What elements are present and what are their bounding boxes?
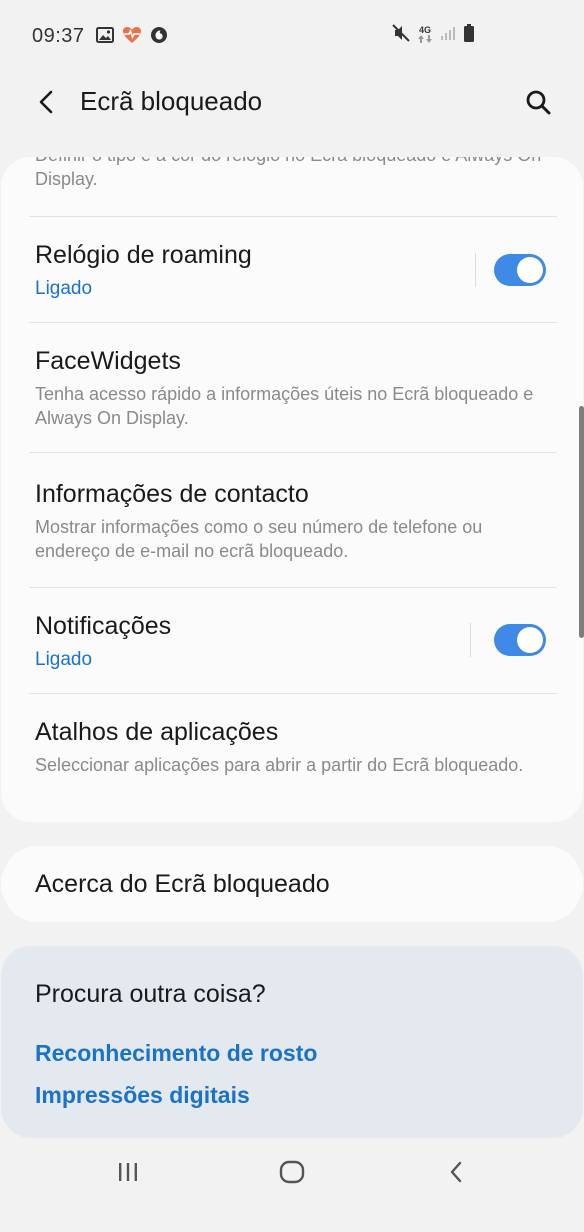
facewidgets-description: Tenha acesso rápido a informações úteis … [35, 384, 534, 428]
search-button[interactable] [520, 86, 556, 122]
nav-back-button[interactable] [426, 1154, 486, 1194]
fingerprints-link[interactable]: Impressões digitais [35, 1082, 250, 1109]
battery-icon [464, 24, 474, 47]
back-icon [448, 1160, 464, 1189]
about-lock-screen-item[interactable]: Acerca do Ecrã bloqueado [1, 846, 583, 922]
mute-icon [392, 24, 410, 47]
search-icon [525, 89, 551, 120]
page-title: Ecrã bloqueado [80, 86, 263, 116]
scrollbar[interactable] [579, 406, 584, 638]
home-icon [279, 1160, 305, 1189]
toggle-separator [470, 623, 471, 657]
signal-icon [440, 25, 456, 46]
app-shortcuts-description: Seleccionar aplicações para abrir a part… [35, 755, 524, 775]
toggle-separator [475, 253, 476, 287]
roaming-clock-toggle[interactable] [494, 254, 546, 286]
app-shortcuts-title: Atalhos de aplicações [35, 718, 279, 746]
list-item-notifications[interactable]: Notificações Ligado [1, 588, 583, 693]
status-time: 09:37 [32, 25, 85, 47]
vodafone-icon [150, 26, 168, 49]
contact-info-title: Informações de contacto [35, 480, 309, 508]
back-arrow-icon [36, 89, 56, 120]
list-item-roaming-clock[interactable]: Relógio de roaming Ligado [1, 217, 583, 323]
status-left-icons [96, 26, 168, 49]
face-recognition-link[interactable]: Reconhecimento de rosto [35, 1040, 317, 1067]
about-lock-screen-label: Acerca do Ecrã bloqueado [35, 870, 330, 898]
toggle-knob [517, 257, 543, 283]
home-button[interactable] [262, 1154, 322, 1194]
list-item-clock-style[interactable]: Definir o tipo e a cor do relógio no Ecr… [1, 157, 583, 217]
list-item-app-shortcuts[interactable]: Atalhos de aplicações Seleccionar aplica… [1, 694, 583, 822]
notifications-status: Ligado [35, 649, 93, 670]
list-item-contact-info[interactable]: Informações de contacto Mostrar informaç… [1, 453, 583, 587]
notifications-title: Notificações [35, 612, 172, 640]
recents-icon [117, 1161, 139, 1188]
heart-rate-icon [122, 26, 142, 49]
roaming-clock-title: Relógio de roaming [35, 241, 252, 269]
list-item-facewidgets[interactable]: FaceWidgets Tenha acesso rápido a inform… [1, 323, 583, 453]
image-icon [96, 27, 114, 48]
notifications-toggle[interactable] [494, 624, 546, 656]
4g-icon: 4G [418, 26, 432, 45]
contact-info-description: Mostrar informações como o seu número de… [35, 517, 483, 561]
clock-style-description: Definir o tipo e a cor do relógio no Ecr… [35, 157, 541, 189]
recents-button[interactable] [98, 1154, 158, 1194]
suggestions-card: Procura outra coisa? Reconhecimento de r… [1, 946, 583, 1138]
settings-card: Definir o tipo e a cor do relógio no Ecr… [1, 157, 583, 822]
back-button[interactable] [28, 86, 64, 122]
network-label: 4G [418, 25, 431, 35]
status-right-icons: 4G [392, 24, 474, 47]
facewidgets-title: FaceWidgets [35, 347, 181, 375]
status-bar: 09:37 4G [0, 0, 584, 74]
toggle-knob [517, 627, 543, 653]
navigation-bar [0, 1152, 584, 1232]
roaming-clock-status: Ligado [35, 278, 93, 299]
app-bar: Ecrã bloqueado [0, 74, 584, 154]
suggestions-title: Procura outra coisa? [35, 980, 266, 1008]
